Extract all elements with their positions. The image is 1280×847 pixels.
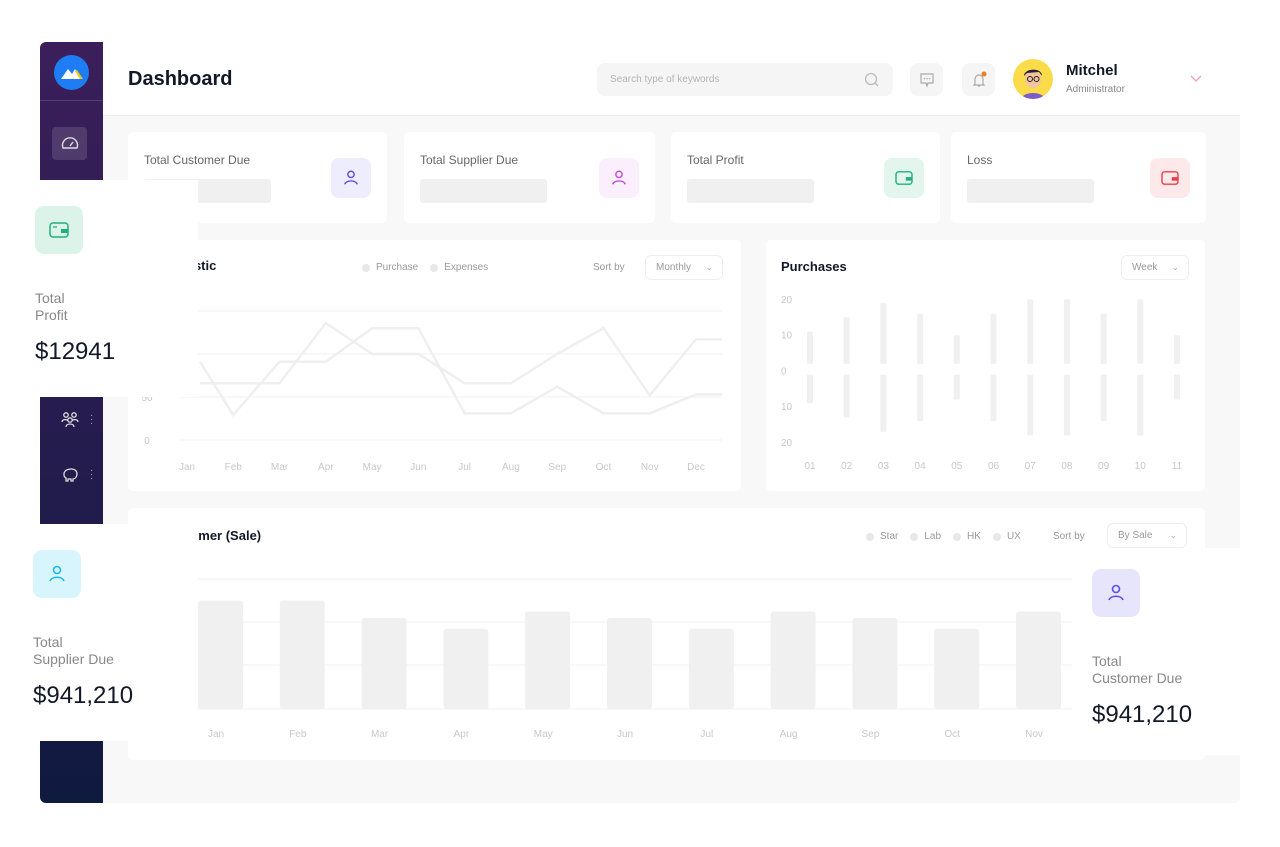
floating-customer-card: Total Customer Due $941,210 [1072,548,1240,755]
bar-positive [1063,299,1070,364]
bar-jun [607,618,652,709]
series-line-expenses [200,321,722,398]
x-tick-label: 09 [1098,461,1110,472]
bar-apr [443,628,489,709]
x-tick-label: Apr [454,729,470,740]
x-tick-label: Dec [687,462,705,473]
bar-negative [917,374,924,422]
bar-positive [880,302,887,364]
x-tick-label: 01 [804,461,816,472]
x-tick-label: 04 [915,461,927,472]
floating-profit-card: Total Profit $12941 [20,180,198,397]
x-tick-label: Sep [862,729,880,740]
y-tick-label: 0 [144,436,150,447]
bar-positive [1174,335,1180,364]
user-icon [1092,569,1140,617]
x-tick-label: Oct [596,462,612,473]
bar-may [525,611,571,709]
supplier-label: Total Supplier Due [33,634,114,667]
x-tick-label: Mar [371,729,389,740]
bar-positive [1100,313,1107,364]
bar-negative [1174,374,1180,400]
bar-oct [934,628,980,709]
bar-negative [880,374,887,432]
y-tick-label: 10 [781,331,793,342]
x-tick-label: Mar [271,462,289,473]
bar-positive [1027,299,1034,364]
y-tick-label: 20 [781,438,793,449]
bar-nov [1016,611,1061,709]
x-tick-label: 08 [1061,461,1073,472]
x-tick-label: Sep [548,462,566,473]
bar-negative [1063,374,1070,436]
x-tick-label: 07 [1025,461,1037,472]
bar-feb [279,600,325,709]
bar-negative [807,374,813,404]
bar-negative [953,374,960,400]
bar-positive [807,331,813,364]
floating-supplier-card: Total Supplier Due $941,210 [18,524,198,741]
x-tick-label: 10 [1135,461,1147,472]
bar-positive [953,335,960,364]
profit-label: Total Profit [35,290,68,323]
bar-sep [852,618,898,709]
profit-value: $12941 [35,338,116,365]
x-tick-label: Jul [700,729,713,740]
x-tick-label: Apr [318,462,334,473]
bar-positive [917,313,924,364]
bar-aug [770,611,816,709]
bar-negative [1027,374,1034,436]
bar-positive [843,317,850,364]
bar-jul [688,628,734,709]
series-line-purchase [198,326,722,418]
wallet-icon [35,206,83,254]
x-tick-label: 03 [878,461,890,472]
bar-positive [1137,299,1144,364]
x-tick-label: 05 [951,461,963,472]
x-tick-label: 11 [1172,461,1183,472]
bar-jan [198,600,243,709]
x-tick-label: Jul [458,462,471,473]
customer-value: $941,210 [1092,701,1193,728]
bar-negative [1100,374,1107,422]
x-tick-label: Feb [289,729,307,740]
x-tick-label: Aug [502,462,520,473]
x-tick-label: Jun [617,729,633,740]
x-tick-label: Oct [944,729,960,740]
bar-positive [990,313,997,364]
bar-negative [990,374,997,422]
x-tick-label: 06 [988,461,1000,472]
x-tick-label: Jan [179,462,195,473]
x-tick-label: 02 [841,461,853,472]
bar-negative [843,374,850,418]
bar-negative [1137,374,1144,436]
x-tick-label: Aug [780,729,798,740]
x-tick-label: Nov [1025,729,1043,740]
user-icon [33,550,81,598]
customer-label: Total Customer Due [1092,653,1183,686]
x-tick-label: May [363,462,382,473]
x-tick-label: Jun [410,462,426,473]
y-tick-label: 0 [781,366,787,377]
x-tick-label: Jan [208,729,224,740]
y-tick-label: 10 [781,402,793,413]
x-tick-label: Feb [225,462,243,473]
x-tick-label: May [534,729,553,740]
y-tick-label: 20 [781,295,793,306]
bar-mar [361,618,407,709]
supplier-value: $941,210 [33,682,134,709]
x-tick-label: Nov [641,462,659,473]
